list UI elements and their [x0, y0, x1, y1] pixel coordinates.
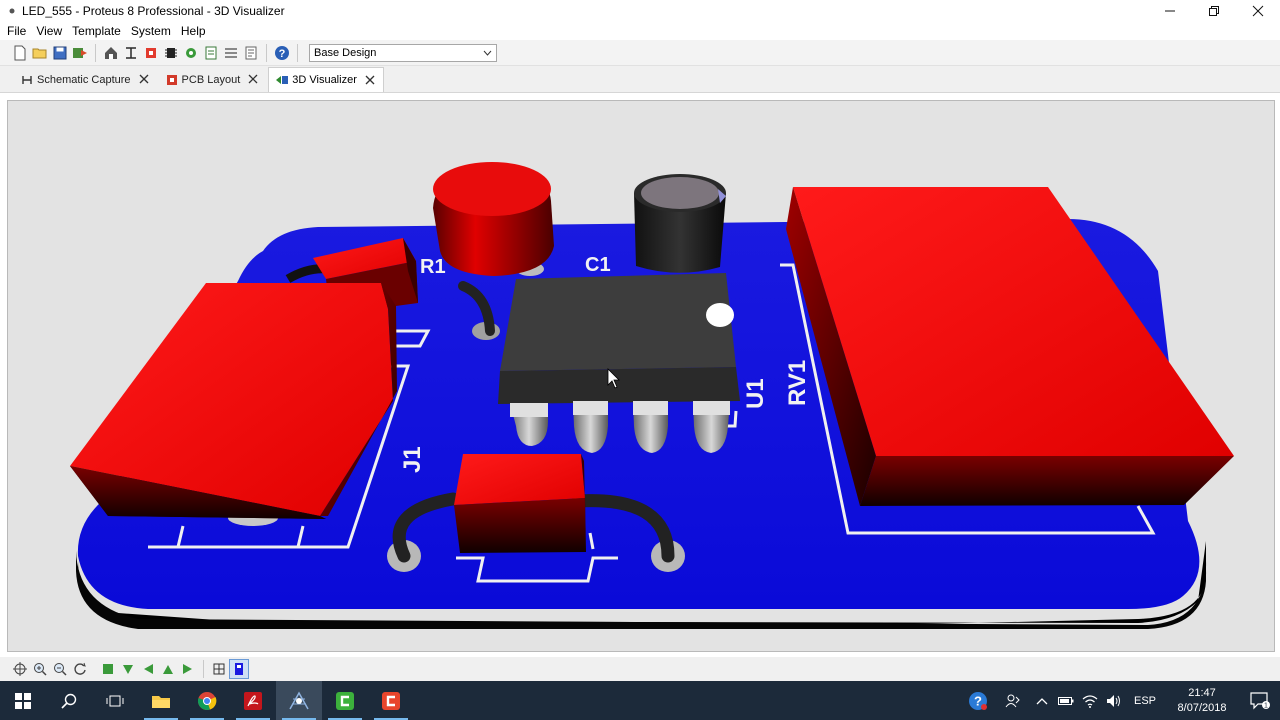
view-toolbar: [0, 657, 1280, 681]
capacitor-c1[interactable]: [634, 174, 726, 273]
menu-bar: File View Template System Help: [0, 22, 1280, 40]
home-icon[interactable]: [101, 43, 121, 63]
search-icon[interactable]: [46, 681, 92, 720]
3d-viewport[interactable]: C1 R1 U1 RV1 J1: [7, 100, 1275, 652]
toolbar-separator: [95, 43, 96, 62]
menu-view[interactable]: View: [33, 24, 69, 38]
left-view-icon[interactable]: [138, 659, 158, 679]
help-icon[interactable]: ?: [272, 43, 292, 63]
chrome-icon[interactable]: [184, 681, 230, 720]
toolbar-separator: [297, 43, 298, 62]
led-component[interactable]: [433, 162, 554, 276]
menu-file[interactable]: File: [4, 24, 33, 38]
3d-tab-icon: [275, 73, 289, 87]
tab-pcb-layout[interactable]: PCB Layout: [159, 67, 267, 92]
import-icon[interactable]: [70, 43, 90, 63]
label-j1: J1: [399, 446, 426, 473]
notes-icon[interactable]: [241, 43, 261, 63]
close-icon[interactable]: [365, 73, 375, 88]
proteus-icon[interactable]: [276, 681, 322, 720]
document-tabs: Schematic Capture PCB Layout 3D Visualiz…: [0, 66, 1280, 93]
pcb-3d-render[interactable]: C1 R1 U1 RV1 J1: [8, 101, 1275, 652]
camtasia-icon[interactable]: [368, 681, 414, 720]
toolbar-separator: [266, 43, 267, 62]
tab-label: 3D Visualizer: [292, 74, 357, 86]
main-toolbar: ? Base Design: [0, 40, 1280, 66]
pcb-icon[interactable]: [141, 43, 161, 63]
acrobat-icon[interactable]: [230, 681, 276, 720]
notification-count: 1: [1264, 702, 1268, 709]
zoom-out-icon[interactable]: [50, 659, 70, 679]
gerber-icon[interactable]: [181, 43, 201, 63]
menu-system[interactable]: System: [128, 24, 178, 38]
clock[interactable]: 21:47 8/07/2018: [1164, 686, 1240, 716]
battery-icon[interactable]: [1054, 681, 1078, 720]
right-view-icon[interactable]: [178, 659, 198, 679]
label-c1: C1: [585, 254, 611, 276]
schematic-tab-icon: [20, 73, 34, 87]
proteus-app-icon[interactable]: [4, 3, 20, 19]
bom-icon[interactable]: [201, 43, 221, 63]
pcb-tab-icon: [165, 73, 179, 87]
menu-template[interactable]: Template: [69, 24, 128, 38]
window-title: LED_555 - Proteus 8 Professional - 3D Vi…: [22, 4, 285, 18]
tab-schematic-capture[interactable]: Schematic Capture: [14, 67, 157, 92]
windows-start-icon[interactable]: [0, 681, 46, 720]
schematic-icon[interactable]: [121, 43, 141, 63]
minimize-button[interactable]: [1148, 0, 1192, 22]
label-u1: U1: [742, 378, 769, 409]
title-bar: LED_555 - Proteus 8 Professional - 3D Vi…: [0, 0, 1280, 22]
open-folder-icon[interactable]: [30, 43, 50, 63]
camtasia-green-icon[interactable]: [322, 681, 368, 720]
volume-icon[interactable]: [1102, 681, 1126, 720]
variant-select-value: Base Design: [314, 46, 377, 59]
variant-select[interactable]: Base Design: [309, 43, 497, 62]
pan-icon[interactable]: [10, 659, 30, 679]
close-button[interactable]: [1236, 0, 1280, 22]
wifi-icon[interactable]: [1078, 681, 1102, 720]
board-toggle-icon[interactable]: [209, 659, 229, 679]
zoom-in-icon[interactable]: [30, 659, 50, 679]
close-icon[interactable]: [139, 72, 149, 87]
chip-icon[interactable]: [161, 43, 181, 63]
language-indicator[interactable]: ESP: [1126, 695, 1164, 707]
rotate-icon[interactable]: [70, 659, 90, 679]
tab-label: Schematic Capture: [37, 73, 131, 86]
restore-button[interactable]: [1192, 0, 1236, 22]
new-file-icon[interactable]: [10, 43, 30, 63]
back-view-icon[interactable]: [158, 659, 178, 679]
people-icon[interactable]: [996, 681, 1030, 720]
clock-time: 21:47: [1188, 686, 1216, 699]
top-view-icon[interactable]: [98, 659, 118, 679]
render-icon[interactable]: [229, 659, 249, 679]
save-icon[interactable]: [50, 43, 70, 63]
window-controls: [1148, 0, 1280, 22]
svg-text:?: ?: [974, 693, 982, 708]
design-explorer-icon[interactable]: [221, 43, 241, 63]
tab-label: PCB Layout: [181, 73, 241, 86]
chevron-up-icon[interactable]: [1030, 681, 1054, 720]
label-rv1: RV1: [784, 360, 811, 406]
help-tray-icon[interactable]: ?: [960, 681, 996, 720]
task-view-icon[interactable]: [92, 681, 138, 720]
toolbar-separator: [203, 660, 204, 678]
windows-taskbar: ? ESP 21:47 8/07/2018 1: [0, 681, 1280, 720]
notification-center-icon[interactable]: 1: [1240, 681, 1280, 720]
front-view-icon[interactable]: [118, 659, 138, 679]
tab-3d-visualizer[interactable]: 3D Visualizer: [268, 67, 384, 92]
menu-help[interactable]: Help: [178, 24, 213, 38]
file-explorer-icon[interactable]: [138, 681, 184, 720]
label-r1: R1: [420, 256, 446, 278]
svg-text:?: ?: [279, 48, 286, 60]
chevron-down-icon: [483, 47, 492, 59]
system-tray: ? ESP 21:47 8/07/2018 1: [960, 681, 1280, 720]
close-icon[interactable]: [248, 72, 258, 87]
clock-date: 8/07/2018: [1177, 701, 1227, 714]
